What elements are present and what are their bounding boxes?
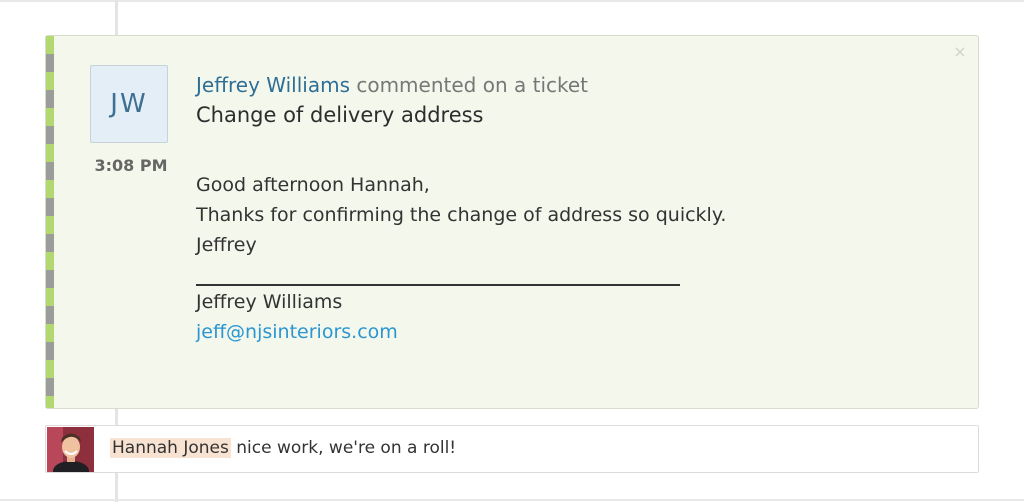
top-divider <box>0 0 1024 2</box>
comment-line: Good afternoon Hannah, <box>196 174 430 196</box>
activity-timestamp: 3:08 PM <box>94 156 168 175</box>
reply-user-avatar[interactable] <box>47 427 94 472</box>
comment-body: Good afternoon Hannah, Thanks for confir… <box>196 170 726 260</box>
signature-email-link[interactable]: jeff@njsinteriors.com <box>196 321 398 343</box>
ticket-subject[interactable]: Change of delivery address <box>196 103 484 127</box>
close-icon[interactable]: × <box>952 44 968 60</box>
comment-line: Jeffrey <box>196 234 257 256</box>
reply-message: nice work, we're on a roll! <box>230 438 457 458</box>
reply-comment: Hannah Jones nice work, we're on a roll! <box>45 425 979 473</box>
activity-header: Jeffrey Williams commented on a ticket <box>196 73 588 97</box>
comment-line: Thanks for confirming the change of addr… <box>196 204 727 226</box>
signature-name: Jeffrey Williams <box>196 291 343 313</box>
signature-divider <box>196 284 680 286</box>
mention-link[interactable]: Hannah Jones <box>110 438 231 458</box>
author-link[interactable]: Jeffrey Williams <box>196 73 350 97</box>
avatar-initials: JW <box>110 89 148 119</box>
avatar[interactable]: JW <box>90 65 168 143</box>
activity-card: × JW 3:08 PM Jeffrey Williams commented … <box>45 35 979 409</box>
card-accent-stripe <box>46 36 54 408</box>
user-photo-icon <box>47 427 94 472</box>
bottom-divider <box>0 499 1024 501</box>
reply-text: Hannah Jones nice work, we're on a roll! <box>110 438 456 458</box>
activity-action: commented on a ticket <box>356 73 589 97</box>
